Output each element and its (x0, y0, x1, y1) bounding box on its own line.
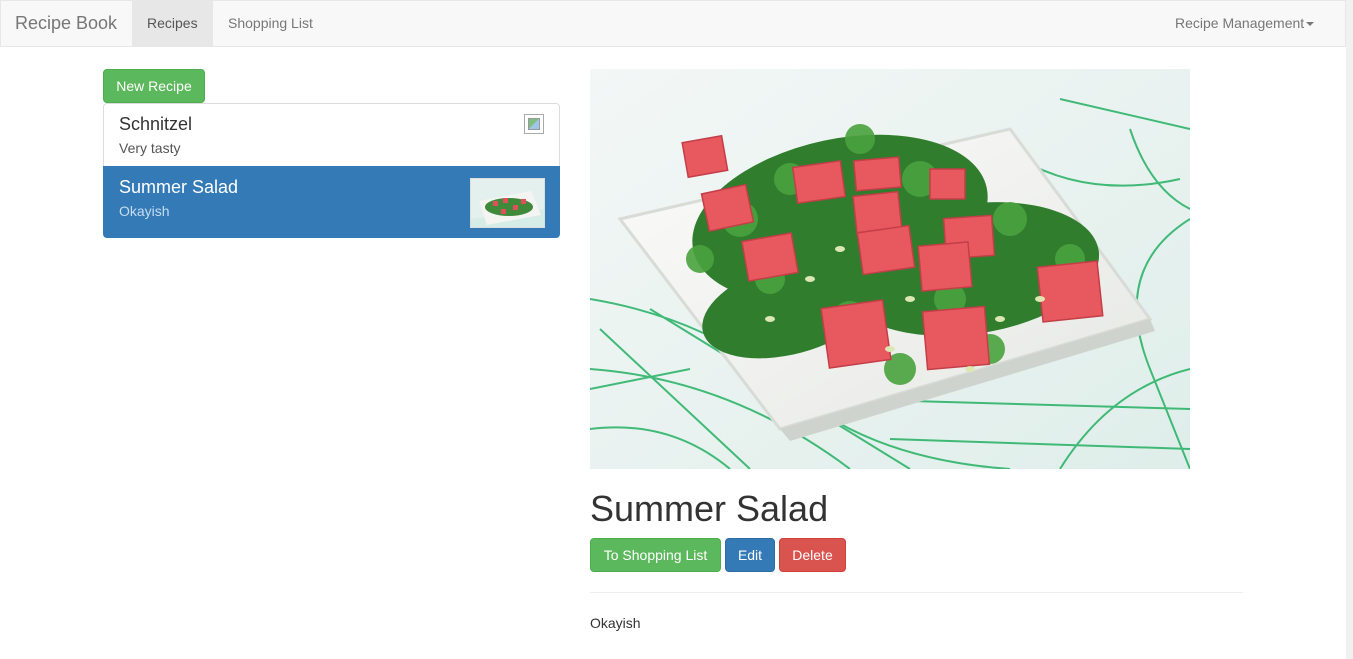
to-shopping-list-button[interactable]: To Shopping List (590, 538, 721, 572)
caret-down-icon (1306, 22, 1315, 27)
nav-link-shopping-list[interactable]: Shopping List (213, 1, 328, 47)
recipe-item-description: Okayish (119, 203, 170, 219)
recipe-item-title: Schnitzel (119, 114, 193, 134)
broken-image-icon (524, 114, 544, 134)
navbar: Recipe Book Recipes Shopping List Recipe… (0, 0, 1346, 47)
recipe-item-description: Very tasty (119, 140, 181, 156)
recipe-list-item-schnitzel[interactable]: Schnitzel Very tasty (103, 103, 560, 167)
recipe-list-item-summer-salad[interactable]: Summer Salad Okayish (103, 166, 560, 238)
divider (590, 592, 1243, 593)
recipe-item-title: Summer Salad (119, 177, 239, 197)
recipe-image (590, 69, 1190, 469)
recipe-management-label: Recipe Management (1175, 15, 1305, 31)
page-scrollbar[interactable] (1346, 0, 1353, 659)
recipe-management-dropdown[interactable]: Recipe Management (1160, 1, 1329, 47)
edit-button[interactable]: Edit (725, 538, 775, 572)
recipe-list: Schnitzel Very tasty Summer Salad Okayis… (103, 103, 560, 238)
brand-link[interactable]: Recipe Book (15, 1, 117, 48)
recipe-description: Okayish (590, 615, 641, 631)
nav-link-recipes[interactable]: Recipes (132, 1, 213, 47)
recipe-thumbnail-image (470, 178, 545, 228)
new-recipe-button[interactable]: New Recipe (103, 69, 205, 103)
delete-button[interactable]: Delete (779, 538, 846, 572)
recipe-title: Summer Salad (590, 488, 829, 529)
